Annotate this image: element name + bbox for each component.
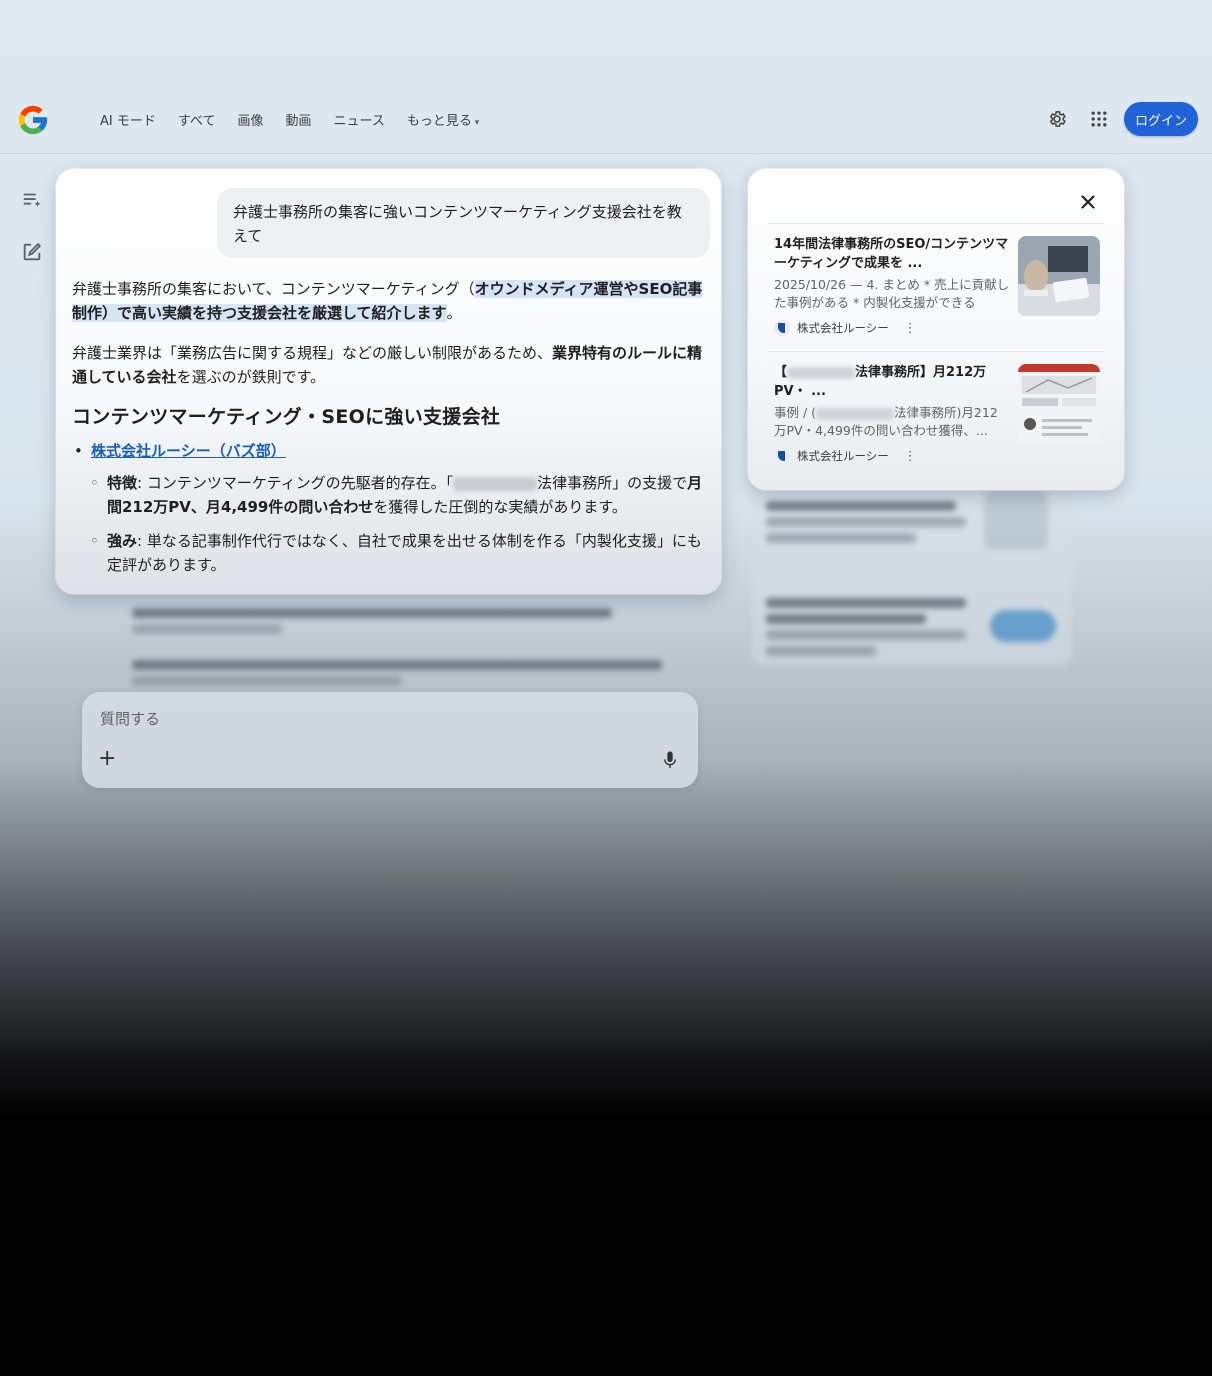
source-meta: 株式会社ルーシー ⋮ bbox=[774, 320, 1104, 336]
source-thumbnail bbox=[1018, 364, 1100, 444]
answer-text: : 単なる記事制作代行ではなく、自社で成果を出せる体制を作る「内製化支援」にも定… bbox=[107, 532, 702, 574]
nav-images[interactable]: 画像 bbox=[237, 110, 263, 129]
redacted-name bbox=[816, 407, 895, 420]
login-button[interactable]: ログイン bbox=[1124, 102, 1198, 136]
source-title[interactable]: 【法律事務所】月212万PV・ ... bbox=[774, 363, 1010, 401]
answer-text: を選ぶのが鉄則です。 bbox=[176, 368, 326, 386]
gear-icon[interactable] bbox=[1047, 109, 1067, 129]
blurred-sources-continuation bbox=[752, 470, 1072, 665]
snippet-text: 事例 / ( bbox=[774, 405, 817, 420]
close-icon[interactable] bbox=[1077, 191, 1099, 213]
answer-heading: コンテンツマーケティング・SEOに強い支援会社 bbox=[72, 406, 501, 428]
answer-text: 。 bbox=[446, 304, 462, 322]
source-title-text: 【 bbox=[774, 365, 788, 380]
source-card-1[interactable]: 14年間法律事務所のSEO/コンテンツマーケティングで成果を ... 2025/… bbox=[774, 235, 1104, 336]
source-card-2[interactable]: 【法律事務所】月212万PV・ ... 事例 / (法律事務所)月212万PV・… bbox=[774, 363, 1104, 464]
ask-input-box[interactable]: 質問する + bbox=[82, 692, 698, 788]
strength-label: 強み bbox=[107, 532, 138, 550]
user-query-bubble: 弁護士事務所の集客に強いコンテンツマーケティング支援会社を教えて bbox=[217, 188, 710, 258]
source-snippet: 事例 / (法律事務所)月212万PV・4,499件の問い合わせ獲得、... bbox=[774, 404, 1010, 440]
ai-answer-card: 弁護士事務所の集客に強いコンテンツマーケティング支援会社を教えて 弁護士事務所の… bbox=[56, 169, 721, 594]
browser-frame: AI モード すべて 画像 動画 ニュース もっと見る ログイン bbox=[0, 0, 1212, 1376]
divider bbox=[768, 223, 1104, 224]
source-site: 株式会社ルーシー bbox=[797, 321, 889, 335]
ai-answer-body: 弁護士事務所の集客において、コンテンツマーケティング（オウンドメディア運営やSE… bbox=[72, 277, 708, 587]
answer-paragraph-1: 弁護士事務所の集客において、コンテンツマーケティング（オウンドメディア運営やSE… bbox=[72, 277, 708, 325]
answer-text: を獲得した圧倒的な実績があります。 bbox=[373, 498, 627, 516]
redacted-name bbox=[453, 476, 538, 491]
history-list-icon[interactable] bbox=[21, 189, 43, 211]
sources-panel: 14年間法律事務所のSEO/コンテンツマーケティングで成果を ... 2025/… bbox=[748, 169, 1124, 490]
new-chat-icon[interactable] bbox=[21, 241, 43, 263]
source-snippet: 2025/10/26 — 4. まとめ * 売上に貢献した事例がある * 内製化… bbox=[774, 277, 1010, 310]
add-attachment-button[interactable]: + bbox=[98, 748, 116, 770]
nav-videos[interactable]: 動画 bbox=[285, 110, 311, 129]
sub-list-item-feature: 特徴: コンテンツマーケティングの先駆者的存在。「法律事務所」の支援で月間212… bbox=[72, 471, 708, 519]
sub-list-item-strength: 強み: 単なる記事制作代行ではなく、自社で成果を出せる体制を作る「内製化支援」に… bbox=[72, 529, 708, 577]
list-item: 株式会社ルーシー（バズ部） bbox=[72, 439, 708, 463]
search-nav: AI モード すべて 画像 動画 ニュース もっと見る bbox=[100, 110, 479, 129]
ask-placeholder[interactable]: 質問する bbox=[100, 708, 160, 729]
answer-paragraph-2: 弁護士業界は「業務広告に関する規程」などの厳しい制限があるため、業界特有のルール… bbox=[72, 341, 708, 389]
more-options-icon[interactable]: ⋮ bbox=[904, 321, 917, 336]
answer-text: 弁護士事務所の集客において、コンテンツマーケティング（ bbox=[72, 280, 475, 298]
nav-more[interactable]: もっと見る bbox=[407, 110, 479, 129]
divider bbox=[768, 351, 1104, 352]
source-site: 株式会社ルーシー bbox=[797, 449, 889, 463]
google-logo[interactable] bbox=[16, 103, 50, 137]
feature-label: 特徴 bbox=[107, 474, 138, 492]
site-favicon-icon bbox=[774, 448, 790, 464]
answer-text: 弁護士業界は「業務広告に関する規程」などの厳しい制限があるため、 bbox=[72, 344, 553, 362]
company-link[interactable]: 株式会社ルーシー（バズ部） bbox=[91, 442, 286, 460]
redacted-name bbox=[787, 366, 856, 379]
answer-text: 法律事務所」の支援で bbox=[537, 474, 688, 492]
more-options-icon[interactable]: ⋮ bbox=[904, 449, 917, 464]
answer-text: : コンテンツマーケティングの先駆者的存在。「 bbox=[137, 474, 454, 492]
source-thumbnail bbox=[1018, 236, 1100, 316]
nav-ai-mode[interactable]: AI モード bbox=[100, 110, 156, 129]
source-title[interactable]: 14年間法律事務所のSEO/コンテンツマーケティングで成果を ... bbox=[774, 235, 1010, 273]
nav-all[interactable]: すべて bbox=[178, 110, 216, 129]
blurred-answer-continuation bbox=[132, 602, 672, 692]
microphone-icon[interactable] bbox=[662, 750, 678, 770]
apps-grid-icon[interactable] bbox=[1089, 109, 1109, 129]
site-favicon-icon bbox=[774, 320, 790, 336]
nav-news[interactable]: ニュース bbox=[333, 110, 384, 129]
source-meta: 株式会社ルーシー ⋮ bbox=[774, 448, 1104, 464]
